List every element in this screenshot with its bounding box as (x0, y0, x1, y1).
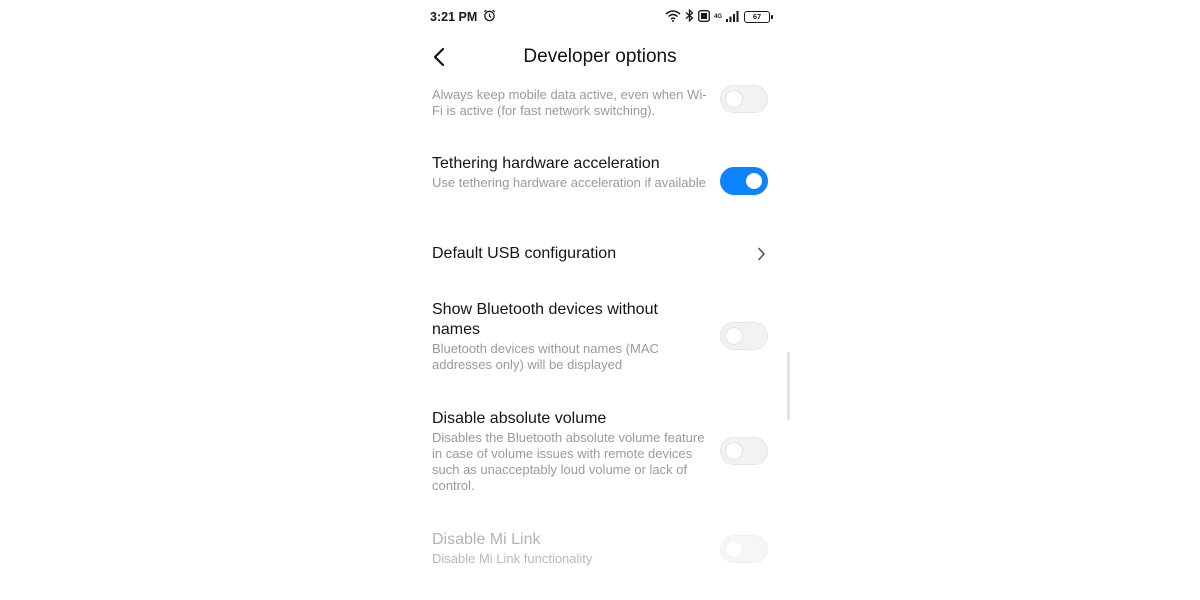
scrollbar[interactable] (787, 352, 790, 420)
page-title: Developer options (523, 46, 677, 67)
disable-absolute-volume-toggle[interactable] (720, 437, 768, 465)
setting-title: Show Bluetooth devices without names (432, 301, 658, 338)
toggle-knob (726, 91, 742, 107)
setting-text: Default USB configuration (432, 244, 707, 264)
alarm-icon (483, 9, 496, 25)
setting-title: Disable Mi Link (432, 531, 541, 548)
toggle-knob (746, 173, 762, 189)
chevron-right-icon (754, 247, 768, 261)
setting-tethering-hardware-acceleration[interactable]: Tethering hardware acceleration Use teth… (432, 154, 768, 210)
phone-screen: 3:21 PM 4G 67 Developer options Always k… (410, 0, 790, 600)
setting-text: Disable Mi Link Disable Mi Link function… (432, 530, 707, 567)
setting-subtitle: Use tethering hardware acceleration if a… (432, 175, 706, 190)
setting-subtitle: Disable Mi Link functionality (432, 551, 593, 566)
network-label: 4G (713, 14, 722, 20)
setting-text: Tethering hardware acceleration Use teth… (432, 154, 707, 191)
setting-title: Tethering hardware acceleration (432, 155, 660, 172)
settings-list[interactable]: Always keep mobile data active, even whe… (410, 80, 790, 600)
toggle-knob (726, 443, 742, 459)
toggle-knob (726, 541, 742, 557)
tethering-hardware-acceleration-toggle[interactable] (720, 167, 768, 195)
setting-show-bluetooth-devices-without-names[interactable]: Show Bluetooth devices without names Blu… (432, 300, 768, 376)
status-left: 3:21 PM (430, 9, 496, 25)
setting-default-usb-configuration[interactable]: Default USB configuration (432, 244, 768, 266)
wifi-icon (665, 9, 681, 25)
app-bar: Developer options (410, 38, 790, 76)
show-bluetooth-devices-without-names-toggle[interactable] (720, 322, 768, 350)
setting-disable-mi-link: Disable Mi Link Disable Mi Link function… (432, 530, 768, 570)
disable-mi-link-toggle (720, 535, 768, 563)
setting-subtitle: Disables the Bluetooth absolute volume f… (432, 430, 705, 493)
battery-icon: 67 (744, 11, 773, 23)
setting-text: Disable absolute volume Disables the Blu… (432, 409, 707, 494)
toggle-knob (726, 328, 742, 344)
status-time: 3:21 PM (430, 10, 478, 24)
volte-icon (698, 9, 710, 25)
setting-mobile-data-always-active[interactable]: Always keep mobile data active, even whe… (432, 85, 768, 122)
setting-disable-absolute-volume[interactable]: Disable absolute volume Disables the Blu… (432, 409, 768, 495)
signal-icon (726, 10, 740, 25)
mobile-data-always-active-toggle[interactable] (720, 85, 768, 113)
setting-title: Disable absolute volume (432, 410, 607, 427)
status-bar: 3:21 PM 4G 67 (430, 8, 773, 26)
setting-subtitle: Bluetooth devices without names (MAC add… (432, 341, 659, 372)
bluetooth-icon (685, 8, 694, 25)
setting-text: Show Bluetooth devices without names Blu… (432, 300, 682, 373)
setting-subtitle: Always keep mobile data active, even whe… (432, 87, 707, 118)
setting-text: Always keep mobile data active, even whe… (432, 86, 707, 119)
status-right: 4G 67 (665, 8, 773, 25)
setting-title: Default USB configuration (432, 245, 617, 262)
